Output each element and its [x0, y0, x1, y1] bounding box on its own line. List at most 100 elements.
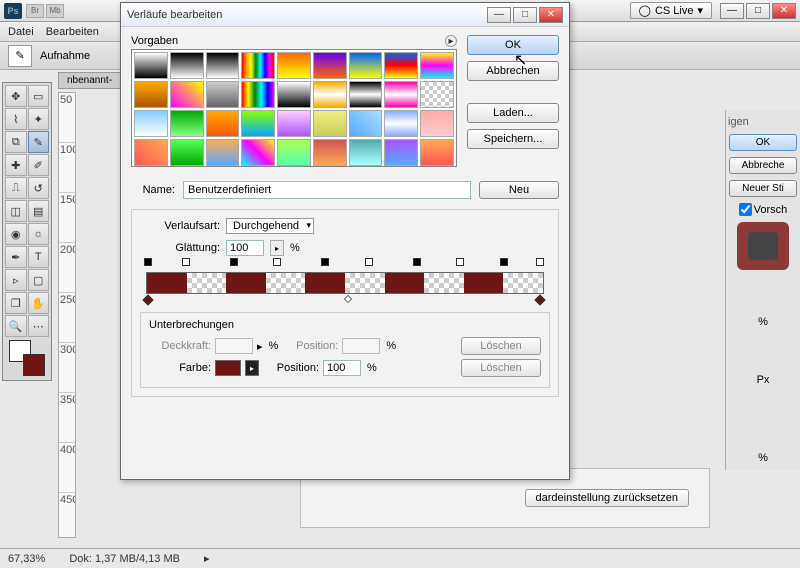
color-swatch[interactable]: [215, 360, 241, 376]
ls-cancel-button[interactable]: Abbreche: [729, 157, 797, 174]
color-pos-input[interactable]: [323, 360, 361, 376]
preset-grid[interactable]: [131, 49, 457, 167]
gradtype-select[interactable]: Durchgehend: [226, 218, 314, 234]
preset-swatch[interactable]: [313, 81, 347, 108]
zoom-tool[interactable]: 🔍: [5, 315, 27, 337]
color-swatches[interactable]: [5, 338, 49, 378]
preset-swatch[interactable]: [277, 139, 311, 166]
smooth-stepper[interactable]: ▸: [270, 240, 284, 256]
cancel-button[interactable]: Abbrechen: [467, 61, 559, 81]
delete-color-button[interactable]: Löschen: [461, 359, 541, 377]
shape-tool[interactable]: ▢: [28, 269, 50, 291]
ls-ok-button[interactable]: OK: [729, 134, 797, 151]
color-stop-start[interactable]: [144, 296, 154, 308]
ok-button[interactable]: OK: [467, 35, 559, 55]
menu-bearbeiten[interactable]: Bearbeiten: [46, 26, 99, 38]
preset-swatch[interactable]: [384, 139, 418, 166]
preset-swatch[interactable]: [384, 110, 418, 137]
preset-swatch[interactable]: [134, 110, 168, 137]
preset-swatch[interactable]: [349, 81, 383, 108]
eyedropper-tool[interactable]: ✎: [28, 131, 50, 153]
dlg-minimize-icon[interactable]: —: [487, 7, 511, 23]
history-tool[interactable]: ↺: [28, 177, 50, 199]
preset-swatch[interactable]: [384, 52, 418, 79]
eraser-tool[interactable]: ◫: [5, 200, 27, 222]
3d-tool[interactable]: ❒: [5, 292, 27, 314]
preset-swatch[interactable]: [420, 139, 454, 166]
close-icon[interactable]: ✕: [772, 3, 796, 19]
preset-swatch[interactable]: [170, 110, 204, 137]
preset-swatch[interactable]: [241, 110, 275, 137]
gradient-tool[interactable]: ▤: [28, 200, 50, 222]
preset-swatch[interactable]: [420, 81, 454, 108]
dlg-close-icon[interactable]: ✕: [539, 7, 563, 23]
load-button[interactable]: Laden...: [467, 103, 559, 123]
save-button[interactable]: Speichern...: [467, 129, 559, 149]
menu-datei[interactable]: Datei: [8, 26, 34, 38]
preset-swatch[interactable]: [170, 139, 204, 166]
preset-swatch[interactable]: [277, 110, 311, 137]
preset-swatch[interactable]: [384, 81, 418, 108]
preset-swatch[interactable]: [420, 110, 454, 137]
dialog-titlebar[interactable]: Verläufe bearbeiten — □ ✕: [121, 3, 569, 27]
preset-swatch[interactable]: [241, 139, 275, 166]
select-tool[interactable]: ▭: [28, 85, 50, 107]
midpoint-icon[interactable]: [344, 295, 352, 303]
new-button[interactable]: Neu: [479, 181, 559, 199]
move-tool[interactable]: ✥: [5, 85, 27, 107]
gradient-bar[interactable]: [146, 272, 544, 294]
presets-menu-icon[interactable]: ▸: [445, 35, 457, 47]
document-tab[interactable]: nbenannt-: [58, 72, 121, 89]
preset-swatch[interactable]: [241, 52, 275, 79]
brush-tool[interactable]: ✐: [28, 154, 50, 176]
preset-swatch[interactable]: [313, 52, 347, 79]
status-arrow-icon[interactable]: ▸: [204, 552, 210, 565]
preset-swatch[interactable]: [349, 110, 383, 137]
color-menu-icon[interactable]: ▸: [245, 360, 259, 376]
hand-tool[interactable]: ✋: [28, 292, 50, 314]
preset-swatch[interactable]: [349, 52, 383, 79]
preset-swatch[interactable]: [134, 52, 168, 79]
preset-swatch[interactable]: [134, 139, 168, 166]
smooth-input[interactable]: [226, 240, 264, 256]
preset-swatch[interactable]: [206, 52, 240, 79]
color-stop-end[interactable]: [536, 296, 546, 308]
preset-swatch[interactable]: [420, 52, 454, 79]
ls-newstyle-button[interactable]: Neuer Sti: [729, 180, 797, 197]
preset-swatch[interactable]: [313, 110, 347, 137]
wand-tool[interactable]: ✦: [28, 108, 50, 130]
preview-checkbox[interactable]: Vorsch: [739, 203, 788, 216]
maximize-icon[interactable]: □: [746, 3, 770, 19]
pen-tool[interactable]: ✒: [5, 246, 27, 268]
dodge-tool[interactable]: ☼: [28, 223, 50, 245]
preset-swatch[interactable]: [277, 52, 311, 79]
preset-swatch[interactable]: [206, 139, 240, 166]
dlg-maximize-icon[interactable]: □: [513, 7, 537, 23]
eyedropper-icon[interactable]: ✎: [8, 45, 32, 67]
preset-swatch[interactable]: [206, 81, 240, 108]
minimize-icon[interactable]: —: [720, 3, 744, 19]
minibridge-icon[interactable]: Mb: [46, 4, 64, 18]
background-color[interactable]: [23, 354, 45, 376]
crop-tool[interactable]: ⧉: [5, 131, 27, 153]
stamp-tool[interactable]: ⎍: [5, 177, 27, 199]
lasso-tool[interactable]: ⌇: [5, 108, 27, 130]
bridge-icon[interactable]: Br: [26, 4, 44, 18]
preset-swatch[interactable]: [134, 81, 168, 108]
extra-tool[interactable]: ⋯: [28, 315, 50, 337]
zoom-level[interactable]: 67,33%: [8, 553, 45, 565]
type-tool[interactable]: T: [28, 246, 50, 268]
preset-swatch[interactable]: [206, 110, 240, 137]
preset-swatch[interactable]: [170, 81, 204, 108]
preset-swatch[interactable]: [170, 52, 204, 79]
name-input[interactable]: [183, 181, 471, 199]
cslive-button[interactable]: ◯ CS Live ▾: [630, 2, 712, 19]
reset-defaults-button[interactable]: dardeinstellung zurücksetzen: [525, 489, 689, 507]
preset-swatch[interactable]: [241, 81, 275, 108]
preset-swatch[interactable]: [277, 81, 311, 108]
blur-tool[interactable]: ◉: [5, 223, 27, 245]
heal-tool[interactable]: ✚: [5, 154, 27, 176]
preset-swatch[interactable]: [313, 139, 347, 166]
preset-swatch[interactable]: [349, 139, 383, 166]
path-tool[interactable]: ▹: [5, 269, 27, 291]
